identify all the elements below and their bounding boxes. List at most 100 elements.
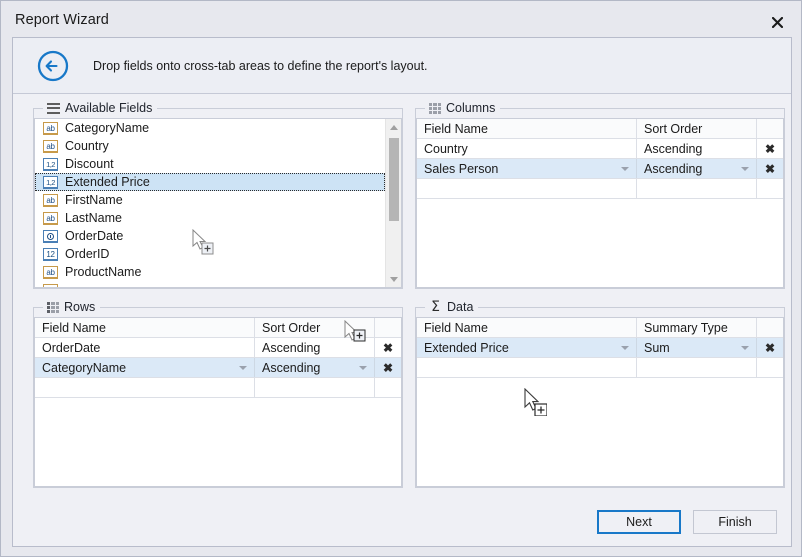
finish-button[interactable]: Finish xyxy=(693,510,777,534)
grid-new-row-cell[interactable] xyxy=(757,179,783,198)
grid-cell-field-name[interactable]: OrderDate xyxy=(35,338,255,357)
grid-row[interactable]: Extended Price Sum ✖ xyxy=(417,338,783,358)
delete-row-icon[interactable]: ✖ xyxy=(765,342,775,354)
grid-column-header[interactable]: Field Name xyxy=(417,318,637,337)
columns-legend-label: Columns xyxy=(446,101,495,115)
grid-new-row-cell[interactable] xyxy=(757,358,783,377)
grid-header-row: Field NameSort Order xyxy=(417,119,783,139)
grid-new-row[interactable] xyxy=(35,378,401,398)
available-field-item[interactable]: 1,2Extended Price xyxy=(35,173,385,191)
scroll-up-arrow-icon[interactable] xyxy=(386,119,402,135)
rows-group: Rows Field NameSort OrderOrderDateAscend… xyxy=(33,299,403,488)
rows-panel: Field NameSort OrderOrderDateAscending✖C… xyxy=(34,317,402,487)
grid-row[interactable]: CategoryNameAscending ✖ xyxy=(35,358,401,378)
field-type-str-icon: ab xyxy=(43,266,58,279)
grid-cell-sort-order[interactable]: Sum xyxy=(637,338,757,357)
available-field-item[interactable]: ab LastName xyxy=(35,209,385,227)
delete-row-icon[interactable]: ✖ xyxy=(383,362,393,374)
grid-cell-field-name[interactable]: CategoryName xyxy=(35,358,255,377)
available-field-item[interactable]: abCategoryName xyxy=(35,119,385,137)
grid-column-header[interactable]: Field Name xyxy=(417,119,637,138)
grid-new-row-cell[interactable] xyxy=(637,358,757,377)
grid-column-header[interactable]: Sort Order xyxy=(255,318,375,337)
field-type-str-icon: ab xyxy=(43,212,58,225)
grid-new-row[interactable] xyxy=(417,358,783,378)
available-field-label: CategoryName xyxy=(65,121,149,135)
grid-cell-sort-order[interactable]: Ascending xyxy=(255,338,375,357)
available-field-label: OrderDate xyxy=(65,229,123,243)
columns-group: Columns Field NameSort OrderCountryAscen… xyxy=(415,100,785,289)
available-field-item[interactable]: abProductName xyxy=(35,263,385,281)
grid-new-row-cell[interactable] xyxy=(637,179,757,198)
delete-row-icon[interactable]: ✖ xyxy=(765,143,775,155)
grid-cell-sort-order-text: Sum xyxy=(644,341,670,355)
scroll-down-arrow-icon[interactable] xyxy=(386,271,402,287)
grid-new-row-cell[interactable] xyxy=(35,378,255,397)
grid-cell-delete[interactable]: ✖ xyxy=(757,159,783,178)
wizard-description: Drop fields onto cross-tab areas to defi… xyxy=(93,59,428,73)
grid-row[interactable]: CountryAscending ✖ xyxy=(417,139,783,159)
available-field-item[interactable]: abCountry xyxy=(35,137,385,155)
available-field-label: OrderID xyxy=(65,247,109,261)
scrollbar-thumb[interactable] xyxy=(389,138,399,221)
available-field-item[interactable]: 12OrderID xyxy=(35,245,385,263)
grid-column-header[interactable] xyxy=(757,119,783,138)
chevron-down-icon[interactable] xyxy=(741,167,749,171)
data-legend: Σ Data xyxy=(425,299,478,315)
grid-new-row-cell[interactable] xyxy=(375,378,401,397)
grid-column-header[interactable]: Summary Type xyxy=(637,318,757,337)
rows-legend: Rows xyxy=(43,299,100,315)
grid-column-header[interactable]: Field Name xyxy=(35,318,255,337)
grid-column-header[interactable] xyxy=(375,318,401,337)
delete-row-icon[interactable]: ✖ xyxy=(765,163,775,175)
grid-new-row-cell[interactable] xyxy=(417,358,637,377)
grid-cell-sort-order[interactable]: Ascending xyxy=(637,159,757,178)
grid-column-header[interactable] xyxy=(757,318,783,337)
chevron-down-icon[interactable] xyxy=(359,366,367,370)
grid-new-row-cell[interactable] xyxy=(417,179,637,198)
grid-row[interactable]: OrderDateAscending ✖ xyxy=(35,338,401,358)
grid-cell-field-name[interactable]: Country xyxy=(417,139,637,158)
grid-icon xyxy=(429,103,441,114)
window-title: Report Wizard xyxy=(15,12,109,28)
report-wizard-window: Report Wizard Drop fields onto cross-tab… xyxy=(0,0,802,557)
data-legend-label: Data xyxy=(447,300,473,314)
available-field-item[interactable]: 1,2Discount xyxy=(35,155,385,173)
grid-new-row[interactable] xyxy=(417,179,783,199)
columns-grid[interactable]: Field NameSort OrderCountryAscending✖Sal… xyxy=(417,119,783,287)
grid-cell-delete[interactable]: ✖ xyxy=(375,338,401,357)
grid-column-header[interactable]: Sort Order xyxy=(637,119,757,138)
available-fields-scrollbar[interactable] xyxy=(385,119,401,287)
available-fields-group: Available Fields abCategoryNameabCountry… xyxy=(33,100,403,289)
back-button[interactable] xyxy=(37,50,69,82)
available-field-item[interactable]: abFirstName xyxy=(35,191,385,209)
grid-cell-delete[interactable]: ✖ xyxy=(757,338,783,357)
grid-cell-sort-order[interactable]: Ascending xyxy=(637,139,757,158)
next-button[interactable]: Next xyxy=(597,510,681,534)
available-field-label: Extended Price xyxy=(65,175,150,189)
grid-cell-delete[interactable]: ✖ xyxy=(757,139,783,158)
chevron-down-icon[interactable] xyxy=(741,346,749,350)
available-field-label: LastName xyxy=(65,211,122,225)
grid-row[interactable]: Sales Person Ascending ✖ xyxy=(417,159,783,179)
available-field-item[interactable]: ab xyxy=(35,281,385,287)
available-field-label: FirstName xyxy=(65,193,123,207)
wizard-body: Available Fields abCategoryNameabCountry… xyxy=(13,94,791,546)
chevron-down-icon[interactable] xyxy=(239,366,247,370)
rows-grid[interactable]: Field NameSort OrderOrderDateAscending✖C… xyxy=(35,318,401,486)
grid-cell-delete[interactable]: ✖ xyxy=(375,358,401,377)
grid-cell-sort-order-text: Ascending xyxy=(644,162,702,176)
grid-new-row-cell[interactable] xyxy=(255,378,375,397)
grid-cell-field-name[interactable]: Extended Price xyxy=(417,338,637,357)
delete-row-icon[interactable]: ✖ xyxy=(383,342,393,354)
back-arrow-circle-icon xyxy=(37,50,69,82)
close-button[interactable] xyxy=(761,9,793,35)
chevron-down-icon[interactable] xyxy=(621,167,629,171)
grid-cell-field-name-text: Sales Person xyxy=(424,162,498,176)
available-fields-list[interactable]: abCategoryNameabCountry1,2Discount1,2Ext… xyxy=(35,119,385,287)
available-field-item[interactable]: OrderDate xyxy=(35,227,385,245)
chevron-down-icon[interactable] xyxy=(621,346,629,350)
data-grid[interactable]: Field NameSummary TypeExtended Price Sum ✖ xyxy=(417,318,783,486)
grid-cell-sort-order[interactable]: Ascending xyxy=(255,358,375,377)
grid-cell-field-name[interactable]: Sales Person xyxy=(417,159,637,178)
